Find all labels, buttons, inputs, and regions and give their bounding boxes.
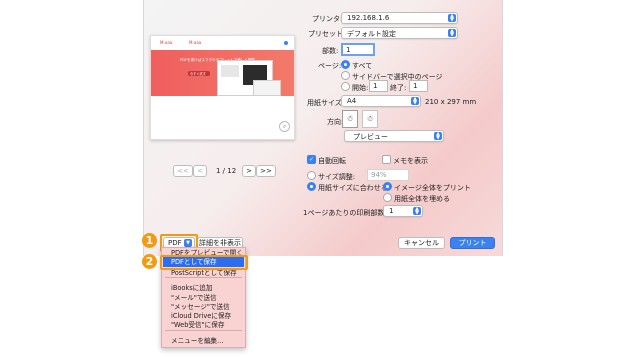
pages-all-radio[interactable] [341, 60, 350, 69]
preview-logo-2: M-aaa [189, 40, 202, 45]
fit-label: 用紙サイズに合わせる: [318, 184, 391, 192]
scale-label: サイズ調整: [318, 173, 356, 181]
paper-size-value: A4 [347, 97, 357, 105]
step-badge-1: 1 [142, 233, 157, 248]
menu-item-ibooks[interactable]: iBooksに追加 [171, 282, 212, 292]
updown-arrows-icon: ▲ ▼ [413, 207, 421, 216]
preview-cta-label: 今すぐ試す [190, 72, 206, 76]
presets-label: プリセット: [308, 30, 346, 38]
copies-value: 1 [346, 46, 351, 54]
first-page-button[interactable]: << [173, 165, 193, 177]
presets-select[interactable]: デフォルト設定 ▲ ▼ [341, 27, 458, 39]
copies-per-page-select[interactable]: 1 ▲ ▼ [383, 205, 423, 217]
print-entire-label: イメージ全体をプリント [394, 184, 471, 192]
auto-rotate-label: 自動回転 [318, 157, 346, 165]
copies-label: 部数: [322, 47, 339, 55]
fill-paper-radio[interactable] [383, 193, 392, 202]
paper-size-label: 用紙サイズ: [307, 99, 345, 107]
section-value: プレビュー [353, 133, 388, 141]
preview-header: M-aaa M-aaa [151, 36, 294, 50]
orientation-label: 方向: [327, 118, 344, 126]
section-select[interactable]: プレビュー ▲ ▼ [344, 130, 444, 142]
auto-rotate-checkbox[interactable]: ✓ [307, 155, 316, 164]
updown-arrows-icon: ▲ ▼ [448, 14, 456, 23]
cancel-button[interactable]: キャンセル [398, 237, 445, 249]
menu-item-web[interactable]: "Web受信"に保存 [171, 319, 224, 329]
print-button[interactable]: プリント [450, 237, 495, 249]
presets-value: デフォルト設定 [347, 30, 396, 38]
preview-logo: M-aaa [160, 40, 173, 45]
copies-input[interactable]: 1 [341, 43, 375, 56]
show-notes-label: メモを表示 [393, 157, 428, 165]
page-counter: 1 / 12 [216, 167, 237, 175]
menu-separator [165, 330, 242, 331]
paper-dims: 210 x 297 mm [425, 98, 477, 106]
scale-value: 94% [371, 171, 387, 179]
fit-radio[interactable] [307, 182, 316, 191]
save-pdf-highlight [160, 255, 248, 270]
zoom-icon[interactable]: ⌕ [279, 121, 290, 132]
updown-arrows-icon: ▲ ▼ [448, 29, 456, 38]
pages-from-input[interactable]: 1 [369, 80, 388, 92]
pages-to-label: 終了: [390, 84, 407, 92]
last-page-button[interactable]: >> [256, 165, 276, 177]
pages-range-radio[interactable] [341, 82, 350, 91]
pages-to-value: 1 [413, 82, 418, 90]
pages-from-label: 開始: [352, 84, 369, 92]
menu-item-edit[interactable]: メニューを編集... [171, 335, 223, 345]
copies-per-page-label: 1ページあたりの印刷部数: [303, 209, 387, 217]
print-entire-radio[interactable] [383, 182, 392, 191]
scale-radio[interactable] [307, 171, 316, 180]
page-preview: M-aaa M-aaa PDFを書けばスマホやタブレットで美しく閲覧 今すぐ試す… [150, 35, 295, 140]
preview-shot-card [253, 80, 281, 96]
pages-from-value: 1 [373, 82, 378, 90]
menu-separator [165, 277, 242, 278]
preview-dot-icon [284, 41, 288, 45]
pages-selection-label: サイドバーで選択中のページ [352, 73, 443, 81]
landscape-icon[interactable]: ☃ [362, 110, 378, 128]
preview-hero: PDFを書けばスマホやタブレットで美しく閲覧 今すぐ試す [151, 50, 294, 96]
scale-input[interactable]: 94% [367, 169, 409, 181]
pages-to-input[interactable]: 1 [409, 80, 428, 92]
printer-value: 192.168.1.6 [347, 14, 390, 22]
preview-shot-block [221, 65, 239, 77]
printer-label: プリンタ: [312, 15, 343, 23]
updown-arrows-icon: ▲ ▼ [411, 97, 419, 106]
fill-paper-label: 用紙全体を埋める [394, 195, 450, 203]
pages-all-label: すべて [352, 62, 373, 70]
prev-page-button[interactable]: < [193, 165, 207, 177]
copies-per-page-value: 1 [389, 207, 394, 215]
show-notes-checkbox[interactable] [382, 155, 391, 164]
paper-size-select[interactable]: A4 ▲ ▼ [341, 95, 421, 107]
pages-label: ページ: [318, 62, 342, 70]
step-badge-2: 2 [142, 254, 157, 269]
updown-arrows-icon: ▲ ▼ [434, 132, 442, 141]
next-page-button[interactable]: > [242, 165, 256, 177]
pages-selection-radio[interactable] [341, 71, 350, 80]
printer-select[interactable]: 192.168.1.6 ▲ ▼ [341, 12, 458, 24]
portrait-icon[interactable]: ☃ [342, 110, 358, 128]
